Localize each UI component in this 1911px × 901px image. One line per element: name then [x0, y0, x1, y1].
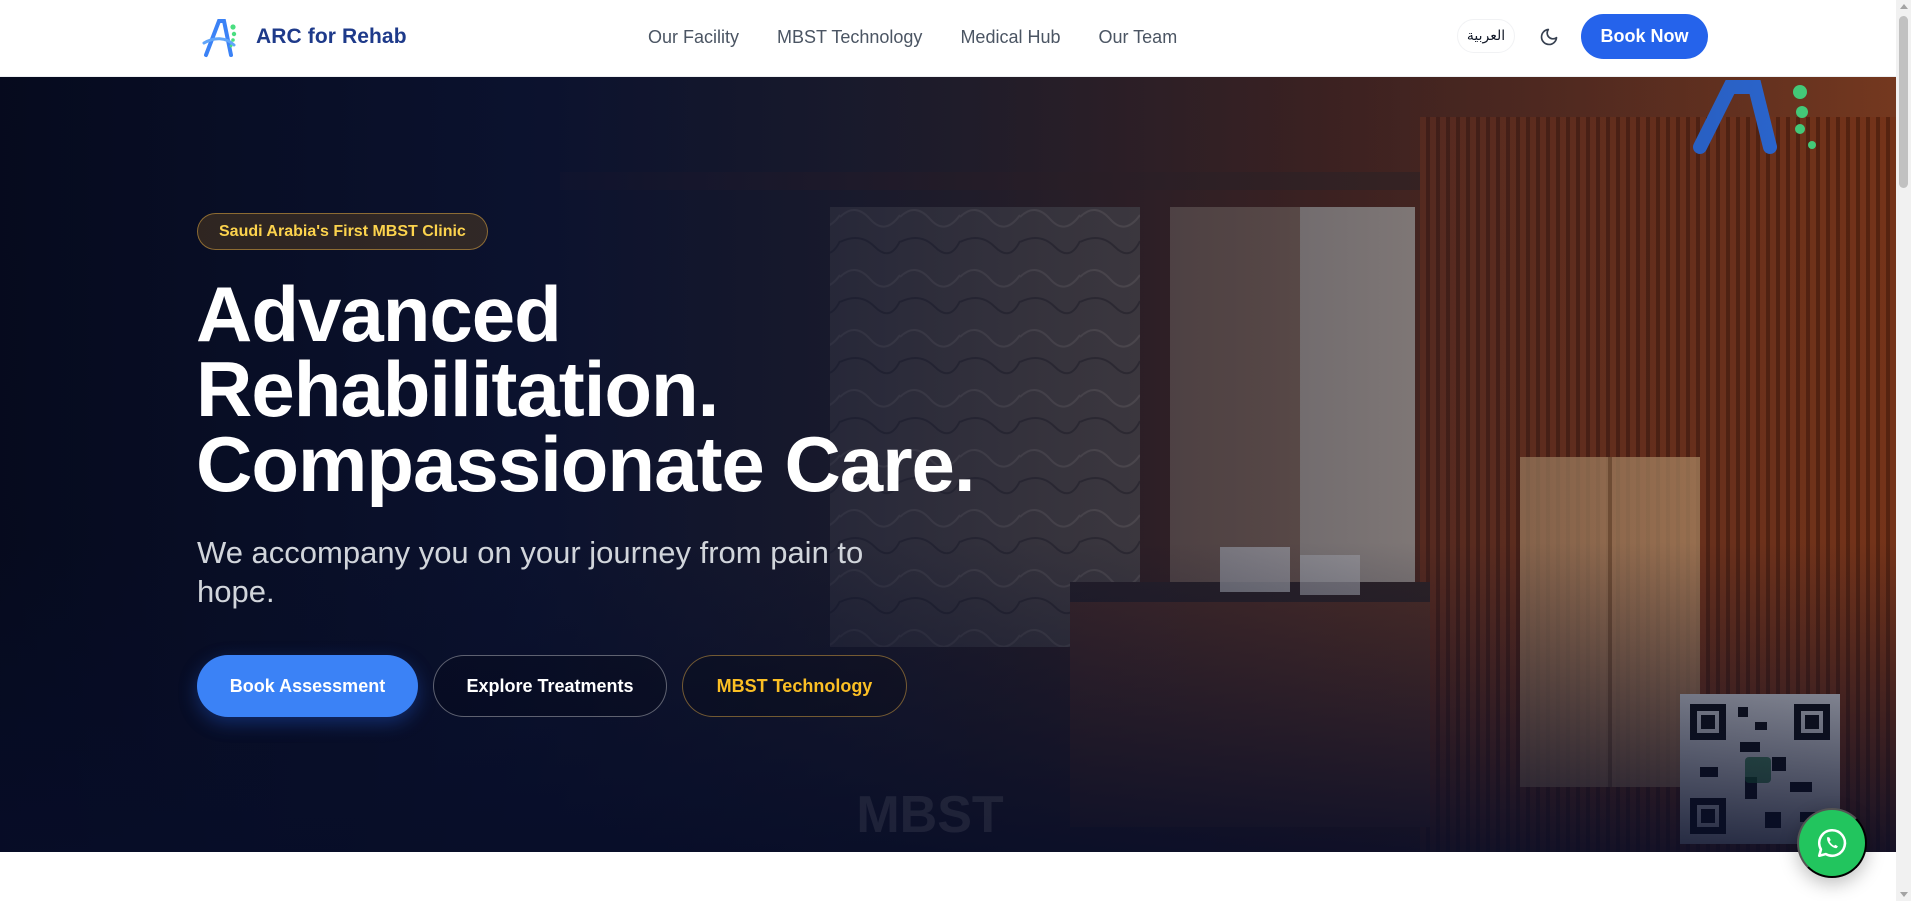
scroll-thumb[interactable] — [1899, 16, 1908, 188]
mbst-watermark: MBST — [856, 786, 1004, 844]
hero-title-line-2: Rehabilitation. — [196, 345, 719, 433]
book-assessment-button[interactable]: Book Assessment — [197, 655, 418, 717]
main-nav: Our Facility MBST Technology Medical Hub… — [648, 22, 1177, 52]
arc-logo-icon — [202, 19, 237, 57]
scroll-down-arrow[interactable] — [1900, 892, 1908, 897]
moon-icon — [1540, 28, 1558, 46]
scroll-up-arrow[interactable] — [1900, 4, 1908, 9]
whatsapp-button[interactable] — [1797, 808, 1867, 878]
explore-treatments-button[interactable]: Explore Treatments — [433, 655, 667, 717]
nav-our-team[interactable]: Our Team — [1098, 27, 1177, 48]
whatsapp-icon — [1817, 828, 1847, 858]
book-now-button[interactable]: Book Now — [1581, 14, 1708, 59]
site-header: ARC for Rehab Our Facility MBST Technolo… — [0, 0, 1896, 77]
page-scrollbar[interactable] — [1896, 0, 1911, 901]
theme-toggle-button[interactable] — [1534, 22, 1564, 52]
nav-our-facility[interactable]: Our Facility — [648, 27, 739, 48]
hero-section: MBST Saudi Arabia's First MBST Clinic Ad… — [0, 77, 1896, 852]
hero-title-line-1: Advanced — [196, 270, 562, 358]
mbst-technology-button[interactable]: MBST Technology — [682, 655, 907, 717]
hero-badge: Saudi Arabia's First MBST Clinic — [197, 213, 488, 250]
language-toggle-button[interactable]: العربية — [1457, 19, 1515, 53]
nav-medical-hub[interactable]: Medical Hub — [960, 27, 1060, 48]
brand-name: ARC for Rehab — [256, 25, 407, 48]
nav-mbst-technology[interactable]: MBST Technology — [777, 27, 922, 48]
hero-title: Advanced Rehabilitation. Compassionate C… — [196, 270, 1096, 508]
page: ARC for Rehab Our Facility MBST Technolo… — [0, 0, 1911, 901]
brand-link[interactable]: ARC for Rehab — [200, 14, 407, 60]
hero-title-line-3: Compassionate Care. — [196, 420, 976, 508]
hero-subtitle: We accompany you on your journey from pa… — [197, 535, 864, 609]
